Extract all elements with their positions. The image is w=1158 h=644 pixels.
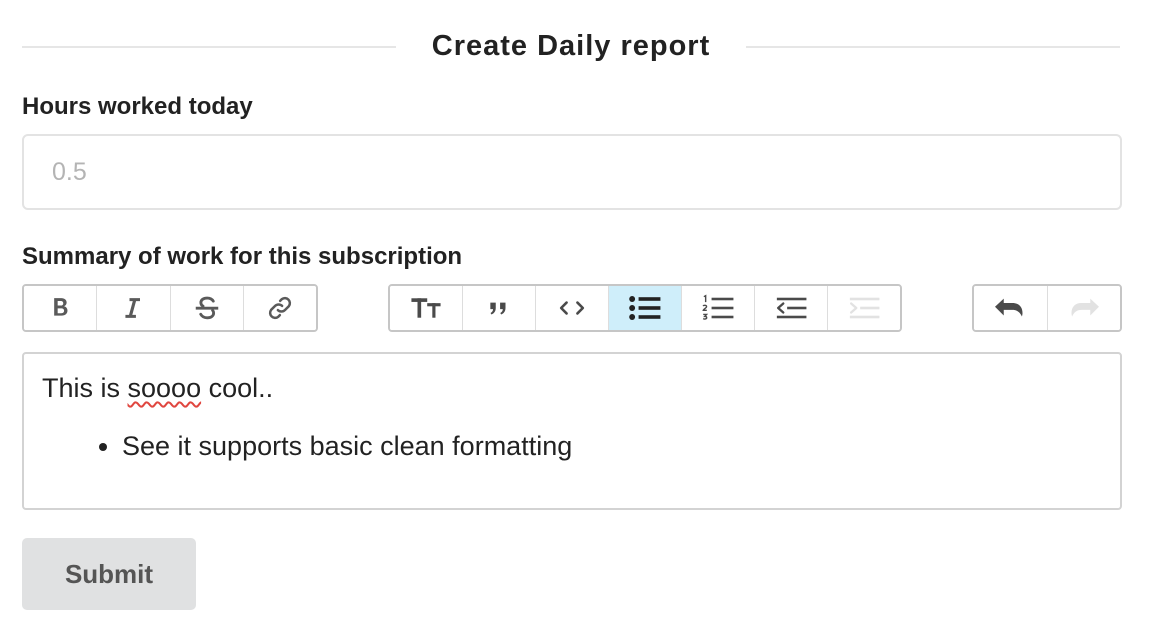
form-title: Create Daily report xyxy=(431,30,711,62)
strikethrough-button[interactable] xyxy=(169,286,243,330)
bullet-list-icon xyxy=(627,292,663,324)
quote-icon xyxy=(485,295,513,321)
summary-label: Summary of work for this subscription xyxy=(22,243,463,270)
increase-indent-icon xyxy=(846,292,882,324)
editor-paragraph: This is soooo cool.. xyxy=(42,373,274,403)
block-format-toolbar-group xyxy=(388,284,902,332)
title-divider-left xyxy=(22,46,396,48)
code-button[interactable] xyxy=(535,286,608,330)
history-toolbar-group xyxy=(972,284,1122,332)
link-icon xyxy=(265,293,295,323)
strikethrough-icon xyxy=(192,293,222,323)
italic-icon xyxy=(119,294,147,322)
undo-icon xyxy=(992,293,1028,323)
heading-button[interactable] xyxy=(390,286,462,330)
undo-button[interactable] xyxy=(974,286,1047,330)
text-format-toolbar-group xyxy=(22,284,318,332)
summary-editor[interactable]: This is soooo cool.. See it supports bas… xyxy=(22,352,1122,510)
italic-button[interactable] xyxy=(96,286,170,330)
decrease-indent-icon xyxy=(773,292,809,324)
bold-icon xyxy=(46,294,74,322)
increase-indent-button[interactable] xyxy=(827,286,900,330)
numbered-list-icon xyxy=(700,292,736,324)
link-button[interactable] xyxy=(242,286,316,330)
list-item: See it supports basic clean formatting xyxy=(122,428,1102,464)
title-divider-right xyxy=(746,46,1120,48)
misspelled-word: soooo xyxy=(127,373,202,403)
decrease-indent-button[interactable] xyxy=(754,286,827,330)
heading-icon xyxy=(409,293,443,323)
hours-input[interactable] xyxy=(22,134,1122,210)
bold-button[interactable] xyxy=(24,286,97,330)
hours-label: Hours worked today xyxy=(22,93,253,120)
submit-button[interactable]: Submit xyxy=(22,538,196,610)
redo-button[interactable] xyxy=(1046,286,1120,330)
redo-icon xyxy=(1066,293,1102,323)
quote-button[interactable] xyxy=(462,286,535,330)
numbered-list-button[interactable] xyxy=(681,286,754,330)
editor-bullet-list: See it supports basic clean formatting xyxy=(42,428,1102,464)
bullet-list-button[interactable] xyxy=(608,286,681,330)
code-icon xyxy=(556,295,588,321)
